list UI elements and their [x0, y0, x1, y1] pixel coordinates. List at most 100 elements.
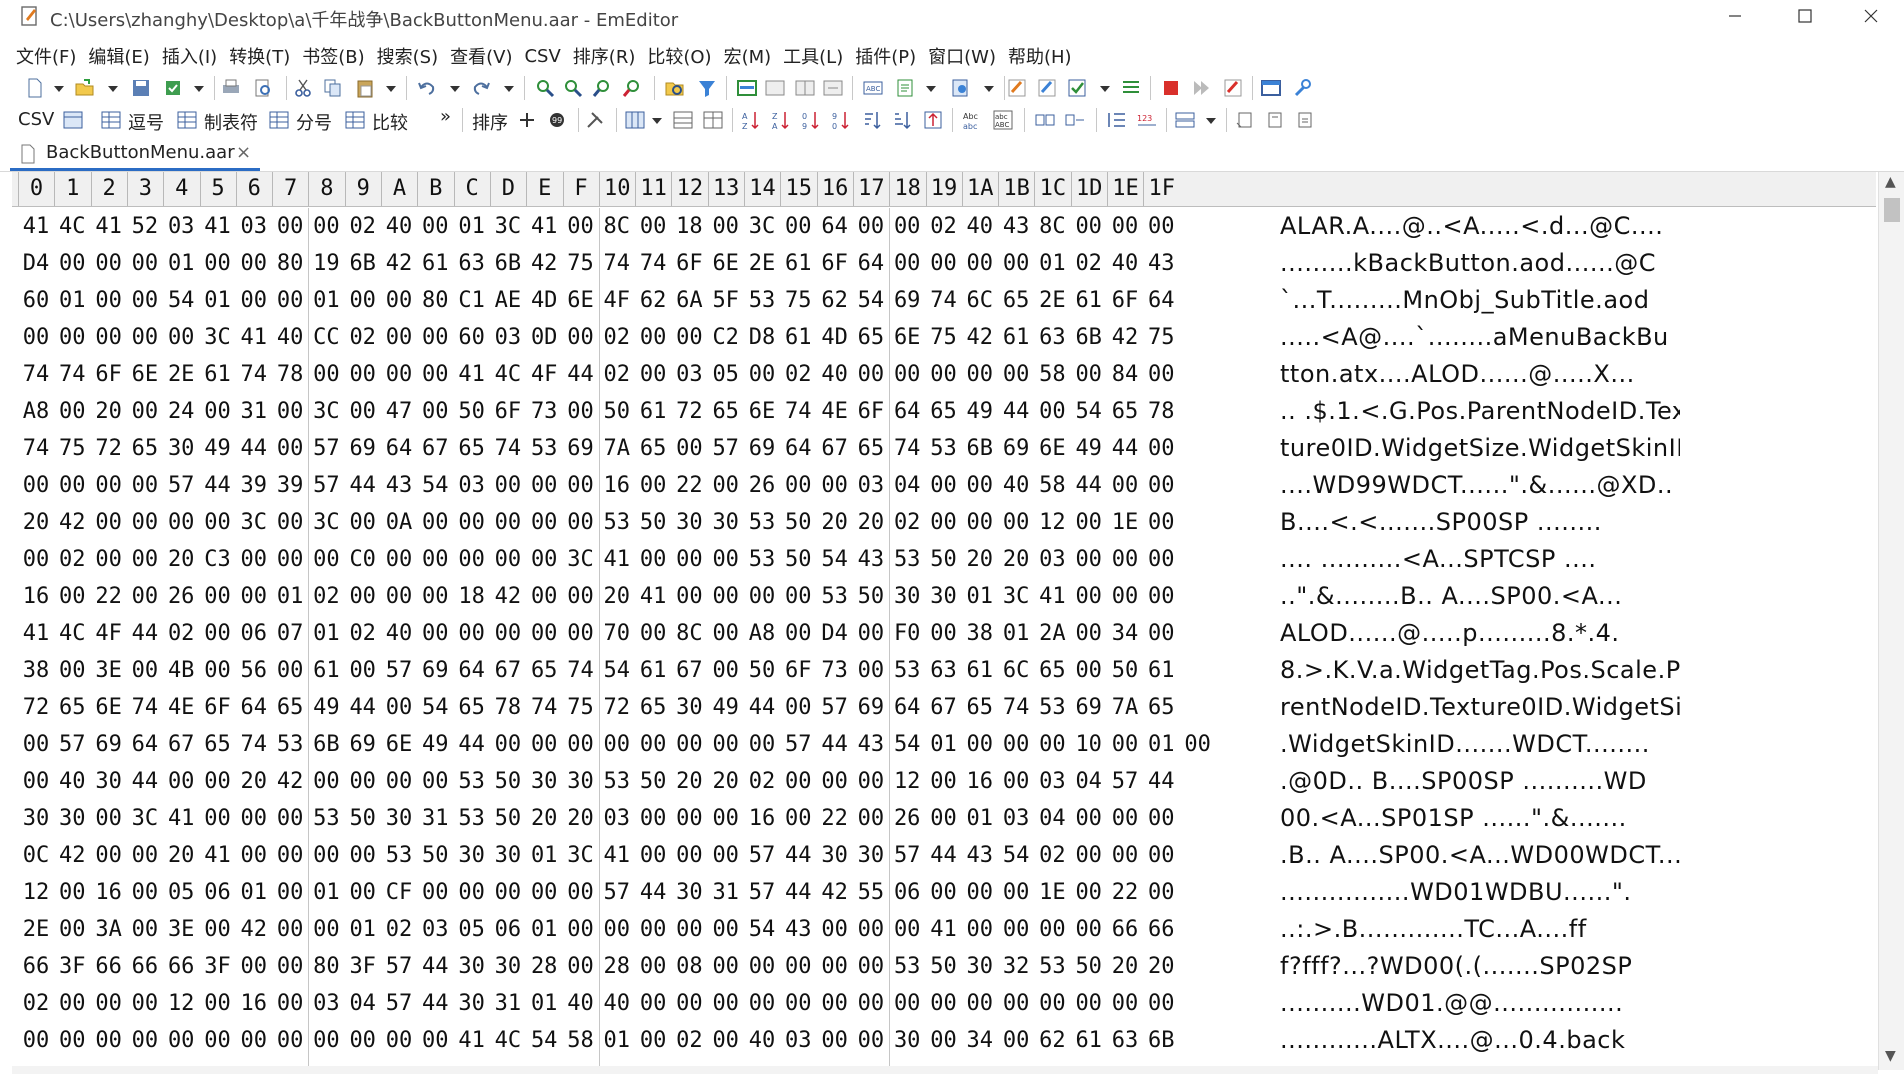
hex-byte[interactable]: 00 — [127, 319, 163, 356]
hex-byte[interactable]: 6F — [671, 245, 707, 282]
hex-byte[interactable]: 44 — [236, 430, 272, 467]
hex-byte[interactable]: 4F — [91, 615, 127, 652]
save-icon[interactable] — [130, 77, 152, 99]
hex-byte[interactable]: 40 — [563, 985, 599, 1022]
hex-byte[interactable]: 28 — [526, 948, 562, 985]
ascii-text[interactable]: .. .$.1.<.G.Pos.ParentNodeID.Tex — [1280, 393, 1680, 430]
hex-byte[interactable]: 01 — [599, 1022, 635, 1059]
hex-row[interactable]: 30 30 00 3C 41 00 00 00 53 50 30 31 53 50 20 20 03 00 00 00… — [12, 800, 1876, 837]
hex-byte[interactable]: 58 — [563, 1022, 599, 1059]
hex-byte[interactable]: 3C — [308, 393, 344, 430]
undo-dropdown-arrow[interactable] — [450, 86, 460, 92]
hex-byte[interactable]: 12 — [1034, 504, 1070, 541]
ascii-text[interactable]: .@0D.. B....SP00SP ..........WD — [1280, 763, 1680, 800]
hex-byte[interactable]: 6C — [998, 652, 1034, 689]
hex-byte[interactable]: 00 — [563, 504, 599, 541]
hex-byte[interactable]: 00 — [1107, 578, 1143, 615]
hex-byte[interactable]: 20 — [962, 541, 998, 578]
hex-byte[interactable]: 80 — [272, 245, 308, 282]
hex-byte[interactable]: 00 — [889, 911, 925, 948]
columns-icon[interactable] — [624, 109, 646, 131]
hex-byte[interactable]: 78 — [1143, 393, 1179, 430]
hex-byte[interactable]: 50 — [345, 800, 381, 837]
hex-row[interactable]: 12 00 16 00 05 06 01 00 01 00 CF 00 00 00 00 00 57 44 30 31… — [12, 874, 1876, 911]
hex-byte[interactable]: 03 — [599, 800, 635, 837]
sort-0-9-icon[interactable]: 09 — [800, 109, 822, 131]
hex-byte[interactable]: 00 — [236, 282, 272, 319]
hex-byte[interactable]: 50 — [926, 948, 962, 985]
hex-byte[interactable]: 00 — [200, 800, 236, 837]
hex-byte[interactable]: 69 — [889, 282, 925, 319]
hex-row[interactable]: 41 4C 41 52 03 41 03 00 00 02 40 00 01 3C 41 00 8C 00 18 00… — [12, 208, 1876, 245]
hex-byte[interactable]: 52 — [127, 208, 163, 245]
hex-byte[interactable]: 04 — [1071, 763, 1107, 800]
checkmark-dropdown-arrow[interactable] — [1100, 86, 1110, 92]
hex-byte[interactable]: 58 — [1034, 356, 1070, 393]
hex-byte[interactable]: 62 — [817, 282, 853, 319]
hex-byte[interactable]: 74 — [780, 393, 816, 430]
hex-byte[interactable]: 02 — [308, 578, 344, 615]
hex-byte[interactable]: 00 — [54, 652, 90, 689]
hex-byte[interactable]: 0D — [526, 319, 562, 356]
hex-byte[interactable]: 00 — [236, 948, 272, 985]
hex-byte[interactable]: 00 — [308, 1022, 344, 1059]
hex-byte[interactable]: 00 — [91, 245, 127, 282]
hex-byte[interactable]: 53 — [381, 837, 417, 874]
hex-byte[interactable]: 00 — [272, 282, 308, 319]
hex-byte[interactable]: 73 — [526, 393, 562, 430]
hex-byte[interactable]: 00 — [272, 874, 308, 911]
hex-byte[interactable]: 00 — [91, 504, 127, 541]
hex-byte[interactable]: 69 — [417, 652, 453, 689]
tab-close-icon[interactable]: × — [236, 142, 251, 163]
hex-byte[interactable]: 00 — [708, 800, 744, 837]
hex-byte[interactable]: 61 — [962, 652, 998, 689]
hex-byte[interactable]: 00 — [490, 726, 526, 763]
tools-icon[interactable] — [584, 109, 606, 131]
table-edit-icon[interactable] — [702, 109, 724, 131]
menu-sort[interactable]: 排序(R) — [573, 43, 636, 69]
hex-byte[interactable]: 00 — [272, 430, 308, 467]
hex-byte[interactable]: 50 — [490, 800, 526, 837]
hex-byte[interactable]: 57 — [163, 467, 199, 504]
hex-byte[interactable]: 44 — [127, 615, 163, 652]
hex-byte[interactable]: 57 — [54, 726, 90, 763]
hex-byte[interactable]: 00 — [127, 578, 163, 615]
hex-byte[interactable]: 00 — [308, 911, 344, 948]
hex-byte[interactable]: 00 — [1143, 578, 1179, 615]
hex-byte[interactable]: 00 — [780, 948, 816, 985]
record-macro-icon[interactable] — [1160, 77, 1182, 99]
hex-byte[interactable]: 00 — [1071, 541, 1107, 578]
ascii-text[interactable]: 8.>.K.V.a.WidgetTag.Pos.Scale.Pa — [1280, 652, 1680, 689]
hex-byte[interactable]: 7A — [1107, 689, 1143, 726]
hex-byte[interactable]: 02 — [1034, 837, 1070, 874]
hex-byte[interactable]: 00 — [54, 911, 90, 948]
hex-byte[interactable]: 44 — [200, 467, 236, 504]
hex-byte[interactable]: 6F — [853, 393, 889, 430]
hex-byte[interactable]: 00 — [417, 504, 453, 541]
hex-byte[interactable]: 78 — [272, 356, 308, 393]
hex-byte[interactable]: 00 — [417, 541, 453, 578]
hex-byte[interactable]: 63 — [1107, 1022, 1143, 1059]
hex-byte[interactable]: 00 — [272, 800, 308, 837]
hex-byte[interactable]: 01 — [1034, 245, 1070, 282]
hex-byte[interactable]: 53 — [599, 504, 635, 541]
hex-byte[interactable]: 00 — [926, 245, 962, 282]
hex-byte[interactable]: 00 — [526, 874, 562, 911]
hex-byte[interactable]: 00 — [345, 578, 381, 615]
menu-macros[interactable]: 宏(M) — [724, 43, 772, 69]
hex-byte[interactable]: 16 — [599, 467, 635, 504]
hex-byte[interactable]: 00 — [817, 467, 853, 504]
hex-byte[interactable]: 00 — [490, 615, 526, 652]
hex-byte[interactable]: 74 — [236, 726, 272, 763]
hex-byte[interactable]: 01 — [926, 726, 962, 763]
hex-byte[interactable]: 04 — [345, 985, 381, 1022]
hex-byte[interactable]: 00 — [708, 1022, 744, 1059]
hex-row[interactable]: D4 00 00 00 01 00 00 80 19 6B 42 61 63 6B 42 75 74 74 6F 6E… — [12, 245, 1876, 282]
hex-byte[interactable]: 72 — [18, 689, 54, 726]
ascii-text[interactable]: .... ..........<A...SPTCSP .... — [1280, 541, 1680, 578]
hex-byte[interactable]: 74 — [490, 430, 526, 467]
hex-byte[interactable]: 73 — [817, 652, 853, 689]
hex-byte[interactable]: 65 — [998, 282, 1034, 319]
hex-byte[interactable]: 16 — [236, 985, 272, 1022]
hex-byte[interactable]: 39 — [272, 467, 308, 504]
